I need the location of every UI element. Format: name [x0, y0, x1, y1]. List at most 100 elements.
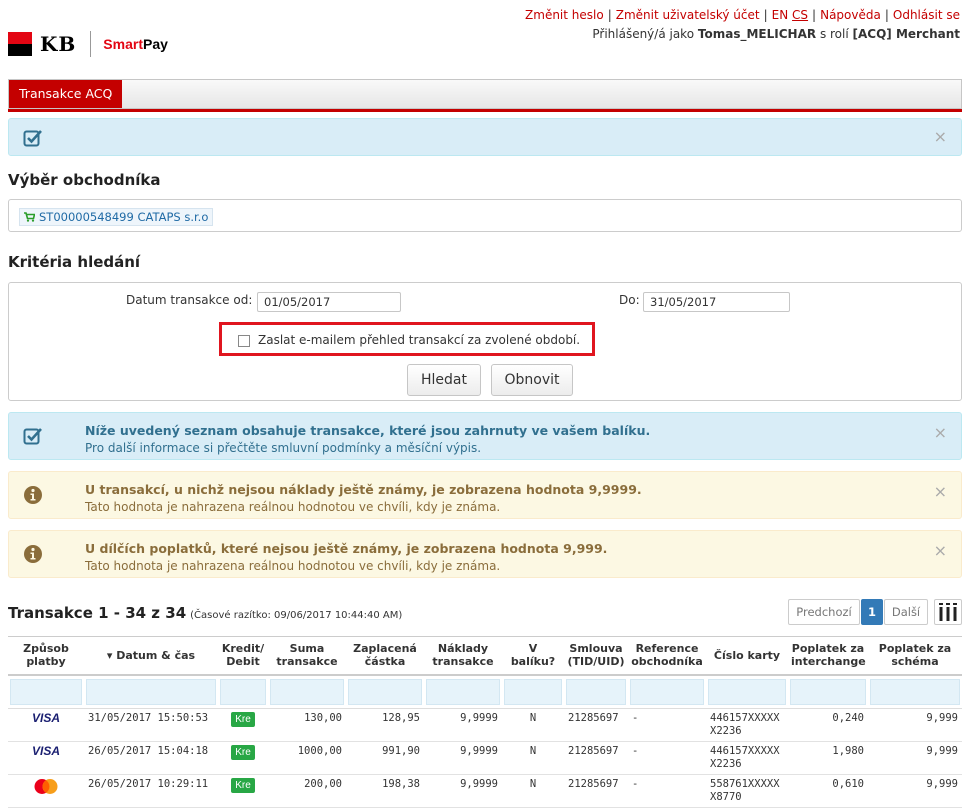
credit-badge: Kre	[231, 711, 255, 727]
table-row[interactable]: VISA 26/05/2017 15:04:18 Kre 1000,00 991…	[8, 741, 962, 775]
filter-input[interactable]	[566, 678, 626, 705]
pager-page-1[interactable]: 1	[861, 599, 883, 625]
cell-card: 446157XXXXX X2236	[706, 708, 788, 742]
login-role: [ACQ] Merchant	[852, 27, 960, 41]
cell-reference: -	[628, 708, 706, 742]
column-chooser-button[interactable]	[934, 599, 962, 625]
date-to-label: Do:	[619, 293, 640, 307]
col-payment[interactable]: Způsob platby	[8, 636, 84, 676]
costs-alert-text: Tato hodnota je nahrazena reálnou hodnot…	[85, 500, 501, 514]
col-paid[interactable]: Zaplacená částka	[346, 636, 424, 676]
tab-bar: Transakce ACQ	[8, 79, 962, 109]
help-link[interactable]: Nápověda	[820, 8, 881, 22]
fees-warning-alert: U dílčích poplatků, které nejsou ještě z…	[8, 530, 962, 578]
email-checkbox[interactable]	[238, 335, 250, 347]
columns-icon	[939, 603, 957, 621]
filter-input[interactable]	[348, 678, 422, 705]
transactions-title: Transakce 1 - 34 z 34 (Časové razítko: 09…	[8, 604, 403, 622]
col-contract[interactable]: Smlouva (TID/UID)	[564, 636, 628, 676]
cell-costs: 9,9999	[424, 774, 502, 808]
credit-badge: Kre	[231, 777, 255, 793]
close-icon[interactable]: ×	[934, 423, 947, 442]
cart-icon	[24, 212, 35, 222]
logo-smartpay-text: SmartPay	[103, 36, 168, 52]
cell-datetime: 26/05/2017 15:04:18	[84, 741, 218, 775]
lang-en-link[interactable]: EN	[772, 8, 789, 22]
login-user: Tomas_MELICHAR	[697, 27, 817, 41]
lang-cs-link[interactable]: CS	[792, 8, 808, 22]
transactions-table: Způsob platby ▾ Datum & čas Kredit/ Debi…	[8, 636, 962, 808]
costs-alert-title: U transakcí, u nichž nejsou náklady ješt…	[85, 482, 642, 497]
filter-input[interactable]	[220, 678, 266, 705]
col-amount[interactable]: Suma transakce	[268, 636, 346, 676]
cell-datetime: 26/05/2017 10:29:11	[84, 774, 218, 808]
date-to-input[interactable]	[643, 292, 790, 312]
change-password-link[interactable]: Změnit heslo	[525, 8, 604, 22]
cell-scheme: 9,999	[868, 741, 962, 775]
change-account-link[interactable]: Změnit uživatelský účet	[616, 8, 760, 22]
pager-next-button[interactable]: Další	[884, 599, 928, 625]
table-row[interactable]: VISA 31/05/2017 15:50:53 Kre 130,00 128,…	[8, 708, 962, 742]
costs-warning-alert: U transakcí, u nichž nejsou náklady ješt…	[8, 471, 962, 519]
filter-input[interactable]	[86, 678, 216, 705]
date-from-input[interactable]	[257, 292, 401, 312]
merchant-chip[interactable]: ST00000548499 CATAPS s.r.o	[19, 208, 214, 226]
checkbox-icon	[23, 130, 42, 147]
col-interchange[interactable]: Poplatek za interchange	[788, 636, 868, 676]
mastercard-logo-icon	[34, 778, 58, 794]
cell-interchange: 1,980	[788, 741, 868, 775]
close-icon[interactable]: ×	[934, 127, 947, 146]
reset-button[interactable]: Obnovit	[491, 364, 573, 396]
merchant-heading: Výběr obchodníka	[8, 171, 161, 189]
col-reference[interactable]: Reference obchodníka	[628, 636, 706, 676]
filter-input[interactable]	[630, 678, 704, 705]
cell-datetime: 31/05/2017 15:50:53	[84, 708, 218, 742]
kb-logo-mark	[8, 32, 32, 56]
info-circle-icon	[24, 545, 42, 563]
col-costs[interactable]: Náklady transakce	[424, 636, 502, 676]
filter-input[interactable]	[426, 678, 500, 705]
col-card[interactable]: Číslo karty	[706, 636, 788, 676]
cell-amount: 200,00	[268, 774, 346, 808]
email-option-highlight: Zaslat e-mailem přehled transakcí za zvo…	[219, 322, 595, 356]
close-icon[interactable]: ×	[934, 482, 947, 501]
cell-interchange: 0,610	[788, 774, 868, 808]
cell-reference: -	[628, 741, 706, 775]
top-links: Změnit heslo | Změnit uživatelský účet | EN …	[525, 8, 960, 22]
package-alert-title: Níže uvedený seznam obsahuje transakce, …	[85, 423, 651, 438]
pager-prev-button[interactable]: Predchozí	[788, 599, 860, 625]
cell-package: N	[502, 741, 564, 775]
logo-kb-text: KB	[40, 32, 77, 56]
fees-alert-title: U dílčích poplatků, které nejsou ještě z…	[85, 541, 608, 556]
col-datetime[interactable]: ▾ Datum & čas	[84, 636, 218, 676]
info-alert-empty: ×	[8, 118, 962, 156]
cell-contract: 21285697	[564, 774, 628, 808]
close-icon[interactable]: ×	[934, 541, 947, 560]
transactions-timestamp: (Časové razítko: 09/06/2017 10:44:40 AM)	[190, 610, 403, 621]
date-from-label: Datum transakce od:	[126, 293, 253, 307]
filter-input[interactable]	[870, 678, 960, 705]
cell-paid: 198,38	[346, 774, 424, 808]
cell-costs: 9,9999	[424, 708, 502, 742]
table-row[interactable]: 26/05/2017 10:29:11 Kre 200,00 198,38 9,…	[8, 774, 962, 808]
col-scheme[interactable]: Poplatek za schéma	[868, 636, 962, 676]
cell-package: N	[502, 708, 564, 742]
visa-logo-icon: VISA	[31, 710, 60, 725]
logout-link[interactable]: Odhlásit se	[893, 8, 960, 22]
filter-input[interactable]	[708, 678, 786, 705]
search-heading: Kritéria hledání	[8, 253, 141, 271]
cell-package: N	[502, 774, 564, 808]
filter-input[interactable]	[790, 678, 866, 705]
info-circle-icon	[24, 486, 42, 504]
cell-reference: -	[628, 774, 706, 808]
search-button[interactable]: Hledat	[407, 364, 481, 396]
cell-paid: 991,90	[346, 741, 424, 775]
filter-input[interactable]	[504, 678, 562, 705]
filter-input[interactable]	[270, 678, 344, 705]
login-info: Přihlášený/á jako Tomas_MELICHAR s rolí …	[592, 27, 960, 41]
visa-logo-icon: VISA	[31, 743, 60, 758]
filter-input[interactable]	[10, 678, 82, 705]
col-credit-debit[interactable]: Kredit/ Debit	[218, 636, 268, 676]
tab-transakce-acq[interactable]: Transakce ACQ	[9, 80, 123, 108]
col-package[interactable]: V balíku?	[502, 636, 564, 676]
